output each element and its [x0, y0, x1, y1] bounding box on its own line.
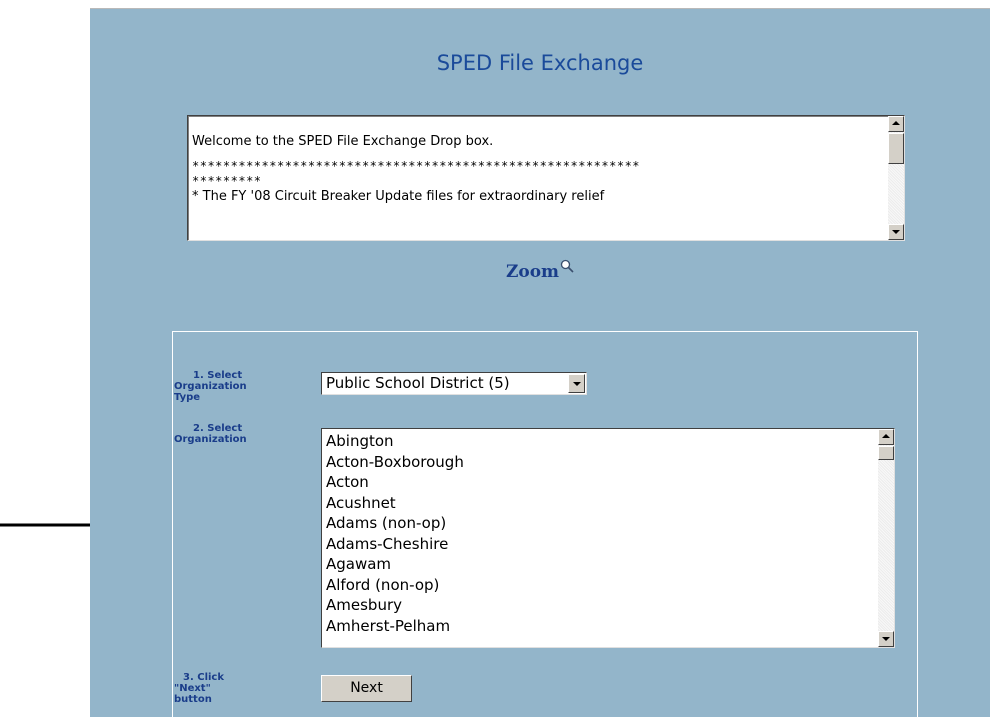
organization-type-select[interactable]: Public School District (5) [321, 372, 587, 395]
organization-listbox[interactable]: Abington Acton-Boxborough Acton Acushnet Ada… [321, 428, 895, 648]
stars-line-1: ****************************************… [192, 159, 641, 173]
organization-type-value: Public School District (5) [326, 374, 510, 392]
screenshot: SPED File Exchange Welcome to the SPED F… [0, 0, 990, 717]
organization-option[interactable]: Acton [326, 472, 894, 493]
organization-option[interactable]: Amherst-Pelham [326, 616, 894, 637]
organization-form: 1. Select Organization Type Public Schoo… [172, 331, 918, 717]
magnifier-icon [560, 258, 574, 273]
step1-label: 1. Select Organization Type [174, 370, 247, 403]
up-arrow-icon [882, 434, 890, 438]
organization-option[interactable]: Acushnet [326, 493, 894, 514]
zoom-label: Zoom [505, 262, 560, 282]
scroll-up-button[interactable] [888, 116, 904, 132]
page-title: SPED File Exchange [436, 51, 644, 75]
step1-label-line: 1. Select [193, 370, 243, 381]
down-arrow-icon [882, 637, 890, 641]
step3-label-line: 3. Click [183, 672, 225, 683]
step1-label-line: Organization [174, 381, 247, 392]
organization-option[interactable]: Abington [326, 431, 894, 452]
organization-list: Abington Acton-Boxborough Acton Acushnet Ada… [322, 429, 894, 636]
step3-label: 3. Click "Next" button [174, 672, 244, 705]
scroll-up-button[interactable] [878, 429, 894, 445]
step2-label-line: Organization [174, 434, 247, 445]
organization-option[interactable]: Alford (non-op) [326, 575, 894, 596]
organization-option[interactable]: Acton-Boxborough [326, 452, 894, 473]
organization-option[interactable]: Amesbury [326, 595, 894, 616]
scroll-down-button[interactable] [888, 224, 904, 240]
organization-option[interactable]: Agawam [326, 554, 894, 575]
stars-line-2: ********* [192, 174, 262, 188]
chevron-down-icon [573, 382, 581, 386]
welcome-message-box[interactable]: Welcome to the SPED File Exchange Drop b… [187, 115, 905, 241]
step2-label-line: 2. Select [193, 423, 243, 434]
organization-option[interactable]: Adams (non-op) [326, 513, 894, 534]
welcome-line: Welcome to the SPED File Exchange Drop b… [192, 134, 494, 149]
message-scrollbar[interactable] [888, 116, 904, 240]
dropdown-button[interactable] [568, 374, 585, 393]
step3-label-line: "Next" button [174, 683, 212, 705]
step2-label: 2. Select Organization [174, 423, 247, 445]
next-button[interactable]: Next [321, 675, 412, 702]
fy-notice-line: * The FY '08 Circuit Breaker Update file… [192, 189, 605, 204]
scroll-thumb[interactable] [888, 133, 904, 164]
main-panel: SPED File Exchange Welcome to the SPED F… [90, 8, 990, 717]
welcome-message-text: Welcome to the SPED File Exchange Drop b… [192, 122, 882, 236]
up-arrow-icon [892, 121, 900, 125]
organization-option[interactable]: Adams-Cheshire [326, 534, 894, 555]
scroll-down-button[interactable] [878, 631, 894, 647]
organization-list-scrollbar[interactable] [878, 429, 894, 647]
down-arrow-icon [892, 230, 900, 234]
step1-label-line: Type [174, 392, 201, 403]
scroll-thumb[interactable] [878, 446, 894, 460]
zoom-link[interactable]: Zoom [90, 259, 990, 282]
